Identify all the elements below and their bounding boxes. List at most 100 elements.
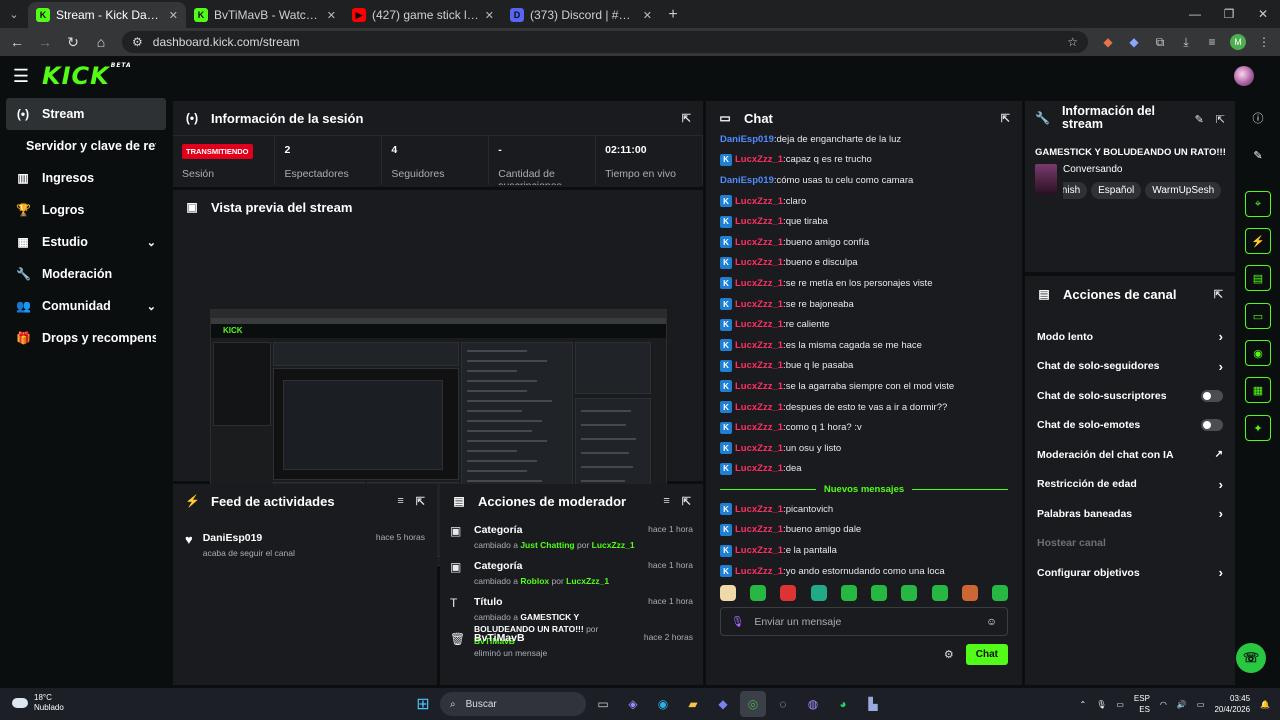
chat-username[interactable]: LucxZzz_1	[735, 196, 783, 207]
close-tab-icon[interactable]: ✕	[643, 9, 652, 22]
lightning-icon[interactable]: ⚡	[1245, 228, 1271, 254]
wrench-icon[interactable]: ✦	[1245, 415, 1271, 441]
edge-icon[interactable]: ◉	[650, 691, 676, 717]
emoji-icon[interactable]: ☺	[986, 616, 997, 628]
chat-username[interactable]: LucxZzz_1	[735, 278, 783, 289]
chat-input[interactable]: 🎙 Enviar un mensaje ☺	[720, 607, 1008, 637]
broadcast-icon[interactable]: ◉	[1245, 340, 1271, 366]
profile-avatar[interactable]: M	[1226, 30, 1250, 54]
help-chat-button[interactable]: ☏	[1236, 643, 1266, 673]
close-tab-icon[interactable]: ✕	[169, 9, 178, 22]
tab-search-button[interactable]: ⌄	[0, 0, 28, 28]
emote-icon[interactable]	[840, 585, 857, 602]
menu-icon[interactable]: ☰	[0, 66, 42, 87]
extension-icon[interactable]: ◆	[1122, 30, 1146, 54]
feed-user[interactable]: DaniEsp019	[203, 532, 366, 544]
url-bar[interactable]: ⚙ dashboard.kick.com/stream ☆	[122, 31, 1088, 53]
keyboard-language[interactable]: ESP ES	[1134, 693, 1150, 715]
sidebar-item[interactable]: ▥ Ingresos	[6, 162, 166, 194]
download-icon[interactable]: ⤓	[1174, 30, 1198, 54]
restore-icon[interactable]: ❐	[1212, 0, 1246, 28]
chat-username[interactable]: DaniEsp019	[720, 134, 774, 145]
emote-icon[interactable]	[720, 585, 736, 602]
chat-username[interactable]: LucxZzz_1	[735, 402, 783, 413]
mod-log-icon[interactable]: ▤	[1245, 265, 1271, 291]
chat-username[interactable]: LucxZzz_1	[735, 237, 783, 248]
popout-icon[interactable]: ⇱	[1001, 112, 1010, 125]
file-explorer-icon[interactable]: ▰	[680, 691, 706, 717]
emote-icon[interactable]	[961, 585, 978, 602]
copilot-icon[interactable]: ◈	[620, 691, 646, 717]
channel-actions-icon[interactable]: ▦	[1245, 377, 1271, 403]
chat-username[interactable]: LucxZzz_1	[735, 381, 783, 392]
app-icon[interactable]: ◌	[770, 691, 796, 717]
filter-icon[interactable]: ≡	[397, 495, 403, 507]
browser-menu-icon[interactable]: ⋮	[1252, 30, 1276, 54]
kick-logo[interactable]: KICKBETA	[42, 62, 132, 90]
chat-username[interactable]: DaniEsp019	[720, 175, 774, 186]
reload-icon[interactable]: ↻	[60, 30, 86, 54]
extension-icon[interactable]: ◆	[1096, 30, 1120, 54]
detail-user[interactable]: LucxZzz_1	[566, 576, 609, 586]
browser-tab[interactable]: D (373) Discord | #📄.postulaciones ✕	[502, 2, 660, 28]
emote-icon[interactable]	[871, 585, 888, 602]
windows-start-icon[interactable]: ⊞	[410, 691, 436, 717]
chat-username[interactable]: LucxZzz_1	[735, 422, 783, 433]
channel-action-item[interactable]: Modo lento ›	[1025, 322, 1235, 352]
microphone-icon[interactable]: 🎙	[731, 615, 744, 628]
category-thumbnail[interactable]	[1035, 164, 1057, 194]
sidebar-item[interactable]: ▦ Estudio ⌄	[6, 226, 166, 258]
chat-username[interactable]: LucxZzz_1	[735, 340, 783, 351]
close-tab-icon[interactable]: ✕	[485, 9, 494, 22]
minimize-icon[interactable]: —	[1178, 0, 1212, 28]
clip-icon[interactable]: ⌖	[1245, 191, 1271, 217]
detail-user[interactable]: LucxZzz_1	[592, 540, 635, 550]
chat-icon[interactable]: ▭	[1245, 303, 1271, 329]
channel-action-item[interactable]: Chat de solo-suscriptores	[1025, 381, 1235, 411]
popout-icon[interactable]: ⇱	[682, 112, 691, 125]
browser-tab[interactable]: K Stream - Kick Dashboard ✕	[28, 2, 186, 28]
popout-icon[interactable]: ⇱	[1216, 113, 1225, 126]
sidebar-item[interactable]: 🔧 Moderación	[6, 258, 166, 290]
channel-action-item[interactable]: Chat de solo-seguidores ›	[1025, 352, 1235, 382]
browser-tab[interactable]: K BvTiMavB - Watch the VOD on Kick ✕	[186, 2, 344, 28]
emote-icon[interactable]	[991, 585, 1008, 602]
channel-action-item[interactable]: Palabras baneadas ›	[1025, 499, 1235, 529]
bookmark-star-icon[interactable]: ☆	[1067, 35, 1078, 49]
chat-username[interactable]: LucxZzz_1	[735, 463, 783, 474]
browser-tab[interactable]: ▶ (427) game stick lite 3d 8k hd - YouTub…	[344, 2, 502, 28]
volume-icon[interactable]: 🔊	[1177, 700, 1187, 709]
clock[interactable]: 03:45 20/4/2026	[1214, 693, 1250, 715]
chat-username[interactable]: LucxZzz_1	[735, 566, 783, 577]
site-info-icon[interactable]: ⚙	[132, 35, 143, 49]
chevron-down-icon[interactable]: ⌄	[147, 300, 156, 313]
emote-icon[interactable]	[780, 585, 797, 602]
extensions-puzzle-icon[interactable]: ⧉	[1148, 30, 1172, 54]
chrome-icon[interactable]: ◎	[740, 691, 766, 717]
stream-tag[interactable]: WarmUpSesh	[1145, 182, 1221, 199]
popout-icon[interactable]: ⇱	[416, 495, 425, 508]
emote-icon[interactable]	[931, 585, 948, 602]
chat-username[interactable]: LucxZzz_1	[735, 443, 783, 454]
chat-username[interactable]: LucxZzz_1	[735, 319, 783, 330]
new-tab-button[interactable]: +	[660, 2, 686, 28]
toggle-switch[interactable]	[1201, 419, 1223, 432]
battery-icon[interactable]: ▭	[1197, 700, 1205, 709]
teams-icon[interactable]: ◆	[710, 691, 736, 717]
notifications-icon[interactable]: 🔔	[1260, 700, 1270, 709]
app-icon[interactable]: ▙	[860, 691, 886, 717]
back-icon[interactable]: ←	[4, 30, 30, 54]
sidebar-item[interactable]: 🎁 Drops y recompensas	[6, 322, 166, 354]
channel-action-item[interactable]: Moderación del chat con IA ↗	[1025, 440, 1235, 470]
weather-widget[interactable]: 18°C Nublado	[12, 693, 64, 713]
info-icon[interactable]: ⓘ	[1245, 105, 1271, 131]
settings-gear-icon[interactable]: ⚙	[944, 648, 954, 661]
chat-username[interactable]: LucxZzz_1	[735, 299, 783, 310]
emote-icon[interactable]	[750, 585, 767, 602]
channel-action-item[interactable]: Configurar objetivos ›	[1025, 558, 1235, 588]
tray-chevron-icon[interactable]: ⌃	[1079, 700, 1086, 709]
stream-tag[interactable]: Español	[1091, 182, 1142, 199]
emote-icon[interactable]	[901, 585, 918, 602]
reading-list-icon[interactable]: ≡	[1200, 30, 1224, 54]
obs-icon[interactable]: ◍	[800, 691, 826, 717]
